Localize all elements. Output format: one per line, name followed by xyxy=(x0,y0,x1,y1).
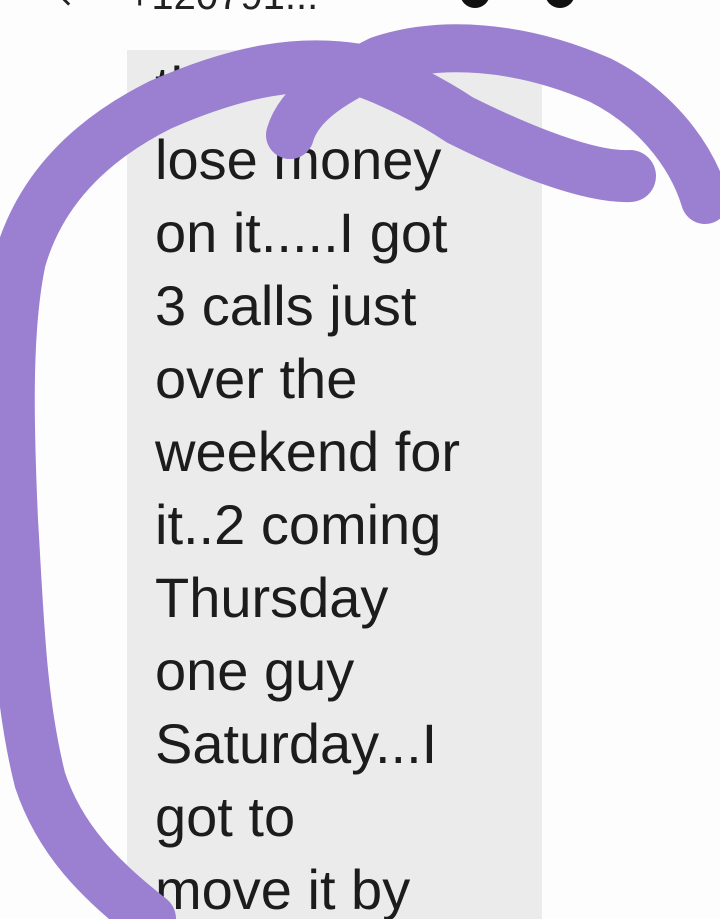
conversation-header: ← +120791... xyxy=(0,0,720,14)
back-arrow-icon[interactable]: ← xyxy=(60,0,89,14)
contact-title[interactable]: +120791... xyxy=(128,0,318,14)
phone-icon[interactable] xyxy=(460,0,490,8)
more-vertical-icon[interactable] xyxy=(640,0,652,6)
screen: ← +120791... th lose money on it.....I g… xyxy=(0,0,720,919)
message-text: th lose money on it.....I got 3 calls ju… xyxy=(155,55,461,919)
video-icon[interactable] xyxy=(545,0,575,8)
